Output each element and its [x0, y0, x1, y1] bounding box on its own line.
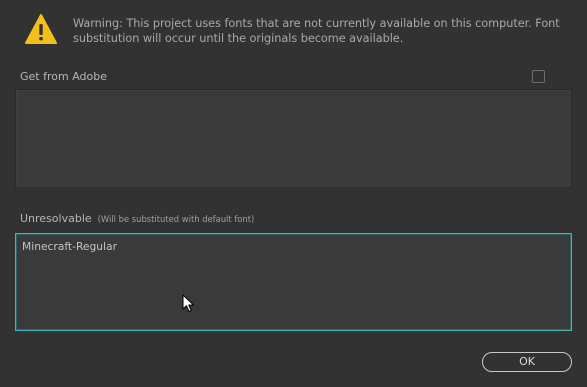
- unresolvable-note: (Will be substituted with default font): [97, 214, 255, 224]
- unresolvable-header: Unresolvable (Will be substituted with de…: [20, 212, 254, 225]
- warning-triangle-icon: [25, 14, 57, 44]
- unresolvable-list[interactable]: Minecraft-Regular: [15, 233, 572, 331]
- mouse-cursor-icon: [182, 294, 194, 312]
- unresolvable-label: Unresolvable: [20, 212, 92, 225]
- ok-button[interactable]: OK: [482, 352, 572, 372]
- list-item[interactable]: Minecraft-Regular: [22, 240, 117, 253]
- get-from-adobe-label: Get from Adobe: [20, 70, 107, 83]
- get-from-adobe-list[interactable]: [15, 89, 572, 188]
- get-from-adobe-checkbox[interactable]: [532, 70, 545, 83]
- warning-message: Warning: This project uses fonts that ar…: [73, 17, 560, 45]
- missing-fonts-dialog: Warning: This project uses fonts that ar…: [0, 0, 587, 387]
